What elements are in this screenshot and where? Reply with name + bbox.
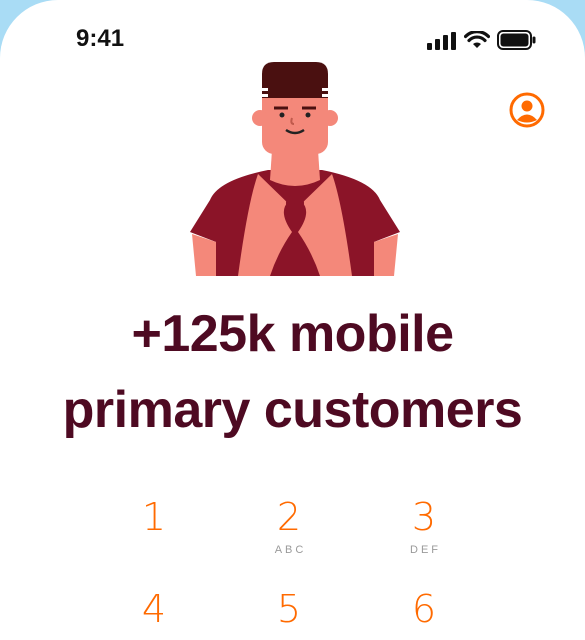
key-digit: 1	[141, 495, 167, 539]
battery-icon	[497, 30, 536, 50]
keypad-key-4[interactable]: 4	[99, 586, 209, 640]
key-digit: 2	[276, 495, 302, 539]
key-digit: 3	[411, 495, 437, 539]
keypad-key-6[interactable]: 6	[369, 586, 479, 640]
man-making-heart-hands-illustration	[190, 62, 400, 276]
keypad-key-5[interactable]: 5	[234, 586, 344, 640]
headline-line-1: +125k mobile	[131, 305, 454, 363]
key-digit: 6	[411, 587, 437, 631]
keypad-key-2[interactable]: 2 ABC	[234, 494, 344, 574]
key-letters: DEF	[410, 544, 441, 556]
key-digit: 4	[141, 587, 167, 631]
phone-screen: 9:41 +125k mobile primary customers 1 2 …	[0, 0, 585, 640]
keypad-key-1[interactable]: 1	[99, 494, 209, 574]
wifi-icon	[464, 31, 490, 48]
user-circle-icon	[509, 92, 545, 128]
headline: +125k mobile primary customers	[0, 296, 585, 448]
status-time: 9:41	[76, 25, 125, 52]
profile-button[interactable]	[509, 92, 545, 128]
key-digit: 5	[276, 587, 302, 631]
cellular-signal-icon	[427, 32, 456, 50]
keypad-key-3[interactable]: 3 DEF	[369, 494, 479, 574]
status-icons	[427, 30, 537, 50]
key-letters: ABC	[274, 544, 307, 556]
headline-line-2: primary customers	[62, 381, 523, 439]
